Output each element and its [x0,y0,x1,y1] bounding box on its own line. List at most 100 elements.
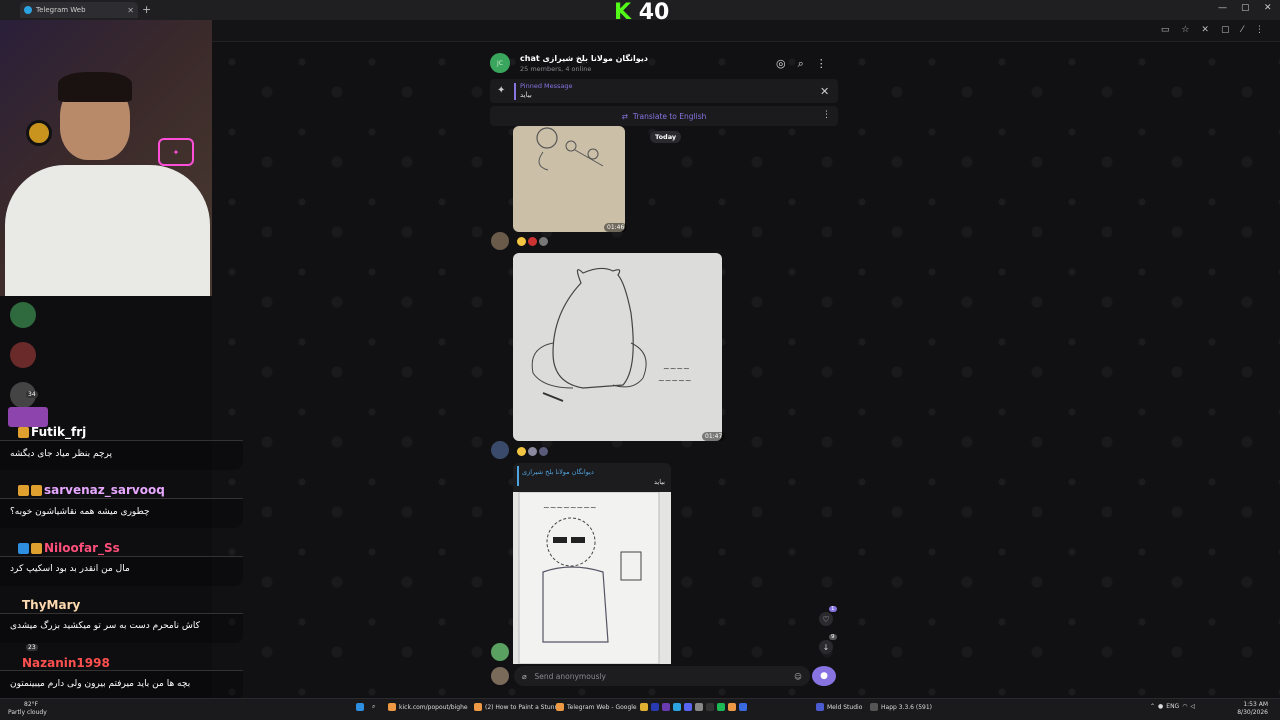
translate-icon: ⇄ [621,111,628,121]
chat-username[interactable]: Nazanin1998 [22,656,110,670]
message-composer[interactable]: ⌀ Send anonymously ☺ [514,666,810,686]
reply-indicator [517,466,519,486]
new-tab-button[interactable]: + [142,3,151,16]
more-options-icon[interactable]: ⋮ [816,57,827,71]
cast-icon[interactable]: ▭ [1161,25,1170,35]
drawing-image: ~~~~ ~~~~~ [531,267,692,402]
chat-message-text: چطوری میشه همه نقاشیاشون خوبه؟ [10,507,150,517]
translate-button[interactable]: ⇄ Translate to English [490,106,838,126]
badge-icon [18,543,29,554]
chevron-up-icon[interactable]: ⌃ [1150,703,1155,710]
message-photo[interactable]: ~~~~ ~~~~~ [513,253,722,441]
taskbar-item[interactable]: (2) How to Paint a Stunr [474,703,557,711]
close-pinned-icon[interactable]: ✕ [820,85,829,98]
chat-username[interactable]: ThyMary [22,598,80,612]
browser-tab[interactable]: Telegram Web ✕ [20,2,138,18]
windows-icon [356,703,364,711]
pinned-text: بیاید [520,91,532,99]
mentions-button[interactable]: ♡ [819,612,833,626]
app-icon[interactable] [739,703,747,711]
sidebar-avatar[interactable] [10,342,36,368]
drawing-image: ~~~~~~~~ [518,491,660,665]
extensions-puzzle-icon[interactable]: ▢ [1221,25,1230,35]
mic-tray-icon[interactable]: ● [1158,703,1163,710]
volume-icon[interactable]: ◁ [1190,703,1195,710]
streamer-body [5,165,210,296]
language-indicator[interactable]: ENG [1166,703,1179,710]
close-tab-icon[interactable]: ✕ [127,6,134,15]
translate-label: Translate to English [632,111,707,121]
folder-icon[interactable] [640,703,648,711]
chat-username[interactable]: Futik_frj [18,425,86,439]
message-time: 01:46 [604,223,628,232]
composer-placeholder[interactable]: Send anonymously [535,672,787,681]
start-button[interactable] [356,703,364,711]
minimize-button[interactable]: — [1218,3,1227,13]
taskbar-item[interactable]: kick.com/popout/bighe [388,703,468,711]
message-reactions[interactable] [517,237,548,246]
date-separator: Today [650,131,682,143]
send-as-avatar[interactable] [491,667,509,685]
voice-chat-icon[interactable]: ◎ [776,57,786,71]
chrome-icon [388,703,396,711]
chat-username[interactable]: Niloofar_Ss [18,541,120,555]
wifi-icon[interactable]: ◠ [1182,703,1187,710]
chat-background [212,42,1280,698]
chat-avatar[interactable]: JC [490,53,510,73]
scroll-down-button[interactable]: ↓ [819,640,833,654]
telegram-icon[interactable] [673,703,681,711]
sender-avatar[interactable] [491,232,509,250]
profile-icon[interactable]: ⁄ [1241,25,1243,35]
telegram-icon [24,6,32,14]
taskbar-item[interactable]: Telegram Web - Google [556,703,637,711]
weather-widget[interactable]: 82°F Partly cloudy [8,701,47,717]
chrome-icon[interactable] [728,703,736,711]
heart-icon: ♡ [822,614,830,624]
photoshop-icon[interactable] [651,703,659,711]
clock[interactable]: 1:53 AM 8/30/2026 [1237,701,1268,717]
clock-time: 1:53 AM [1243,701,1268,708]
chat-username[interactable]: sarvenaz_sarvooq [18,483,165,497]
reply-sender-name[interactable]: دیوانگان مولانا بلخ شیرازی [522,468,594,476]
reaction-emoji[interactable] [517,447,526,456]
extension-icon[interactable]: ✕ [1201,25,1209,35]
sender-avatar[interactable] [491,643,509,661]
streamer-hair [58,72,132,102]
attach-icon[interactable]: ⌀ [522,672,527,681]
reaction-emoji[interactable] [528,237,537,246]
badge-icon [31,543,42,554]
maximize-button[interactable]: ▢ [1241,3,1250,13]
emoji-icon[interactable]: ☺ [794,672,802,681]
unread-badge: 9 [829,634,837,640]
menu-dots-icon[interactable]: ⋮ [1255,25,1264,35]
taskbar-item[interactable]: Happ 3.3.6 (591) [870,703,932,711]
message-reactions[interactable] [517,447,548,456]
bookmark-star-icon[interactable]: ☆ [1181,25,1189,35]
discord-icon[interactable] [684,703,692,711]
chat-message-text: کاش نامحرم دست به سر تو میکشید بزرگ میشد… [10,621,200,631]
header-actions: ◎ ⌕ ⋮ [776,57,827,71]
microphone-button[interactable]: ● [812,666,836,686]
drawing-image [536,127,604,171]
taskbar-apps [640,703,747,711]
message-time: 01:47 [702,432,726,441]
chat-title: chat دیوانگان مولانا بلخ شیرازی [520,53,648,63]
chat-message-text: بچه ها من باید میرفتم بیرون ولی دارم میب… [10,679,191,689]
taskbar-item[interactable]: Meld Studio [816,703,862,711]
close-window-button[interactable]: ✕ [1264,3,1272,13]
app-icon[interactable] [706,703,714,711]
sidebar-avatar[interactable] [10,302,36,328]
premiere-icon[interactable] [662,703,670,711]
sender-avatar[interactable] [491,441,509,459]
translate-options-icon[interactable]: ⋮ [822,110,831,120]
reaction-emoji[interactable] [517,237,526,246]
app-icon[interactable] [717,703,725,711]
search-icon[interactable]: ⌕ [798,57,804,71]
message-photo[interactable]: ~~~~~~~~ [513,491,671,665]
svg-text:~~~~~~~~: ~~~~~~~~ [543,503,597,512]
chat-message-text: مال من انقدر بد بود اسکیپ کرد [10,564,130,574]
reaction-avatar [528,447,537,456]
app-icon[interactable] [695,703,703,711]
search-button[interactable]: ⌕ [372,703,375,711]
message-photo[interactable] [513,126,625,232]
